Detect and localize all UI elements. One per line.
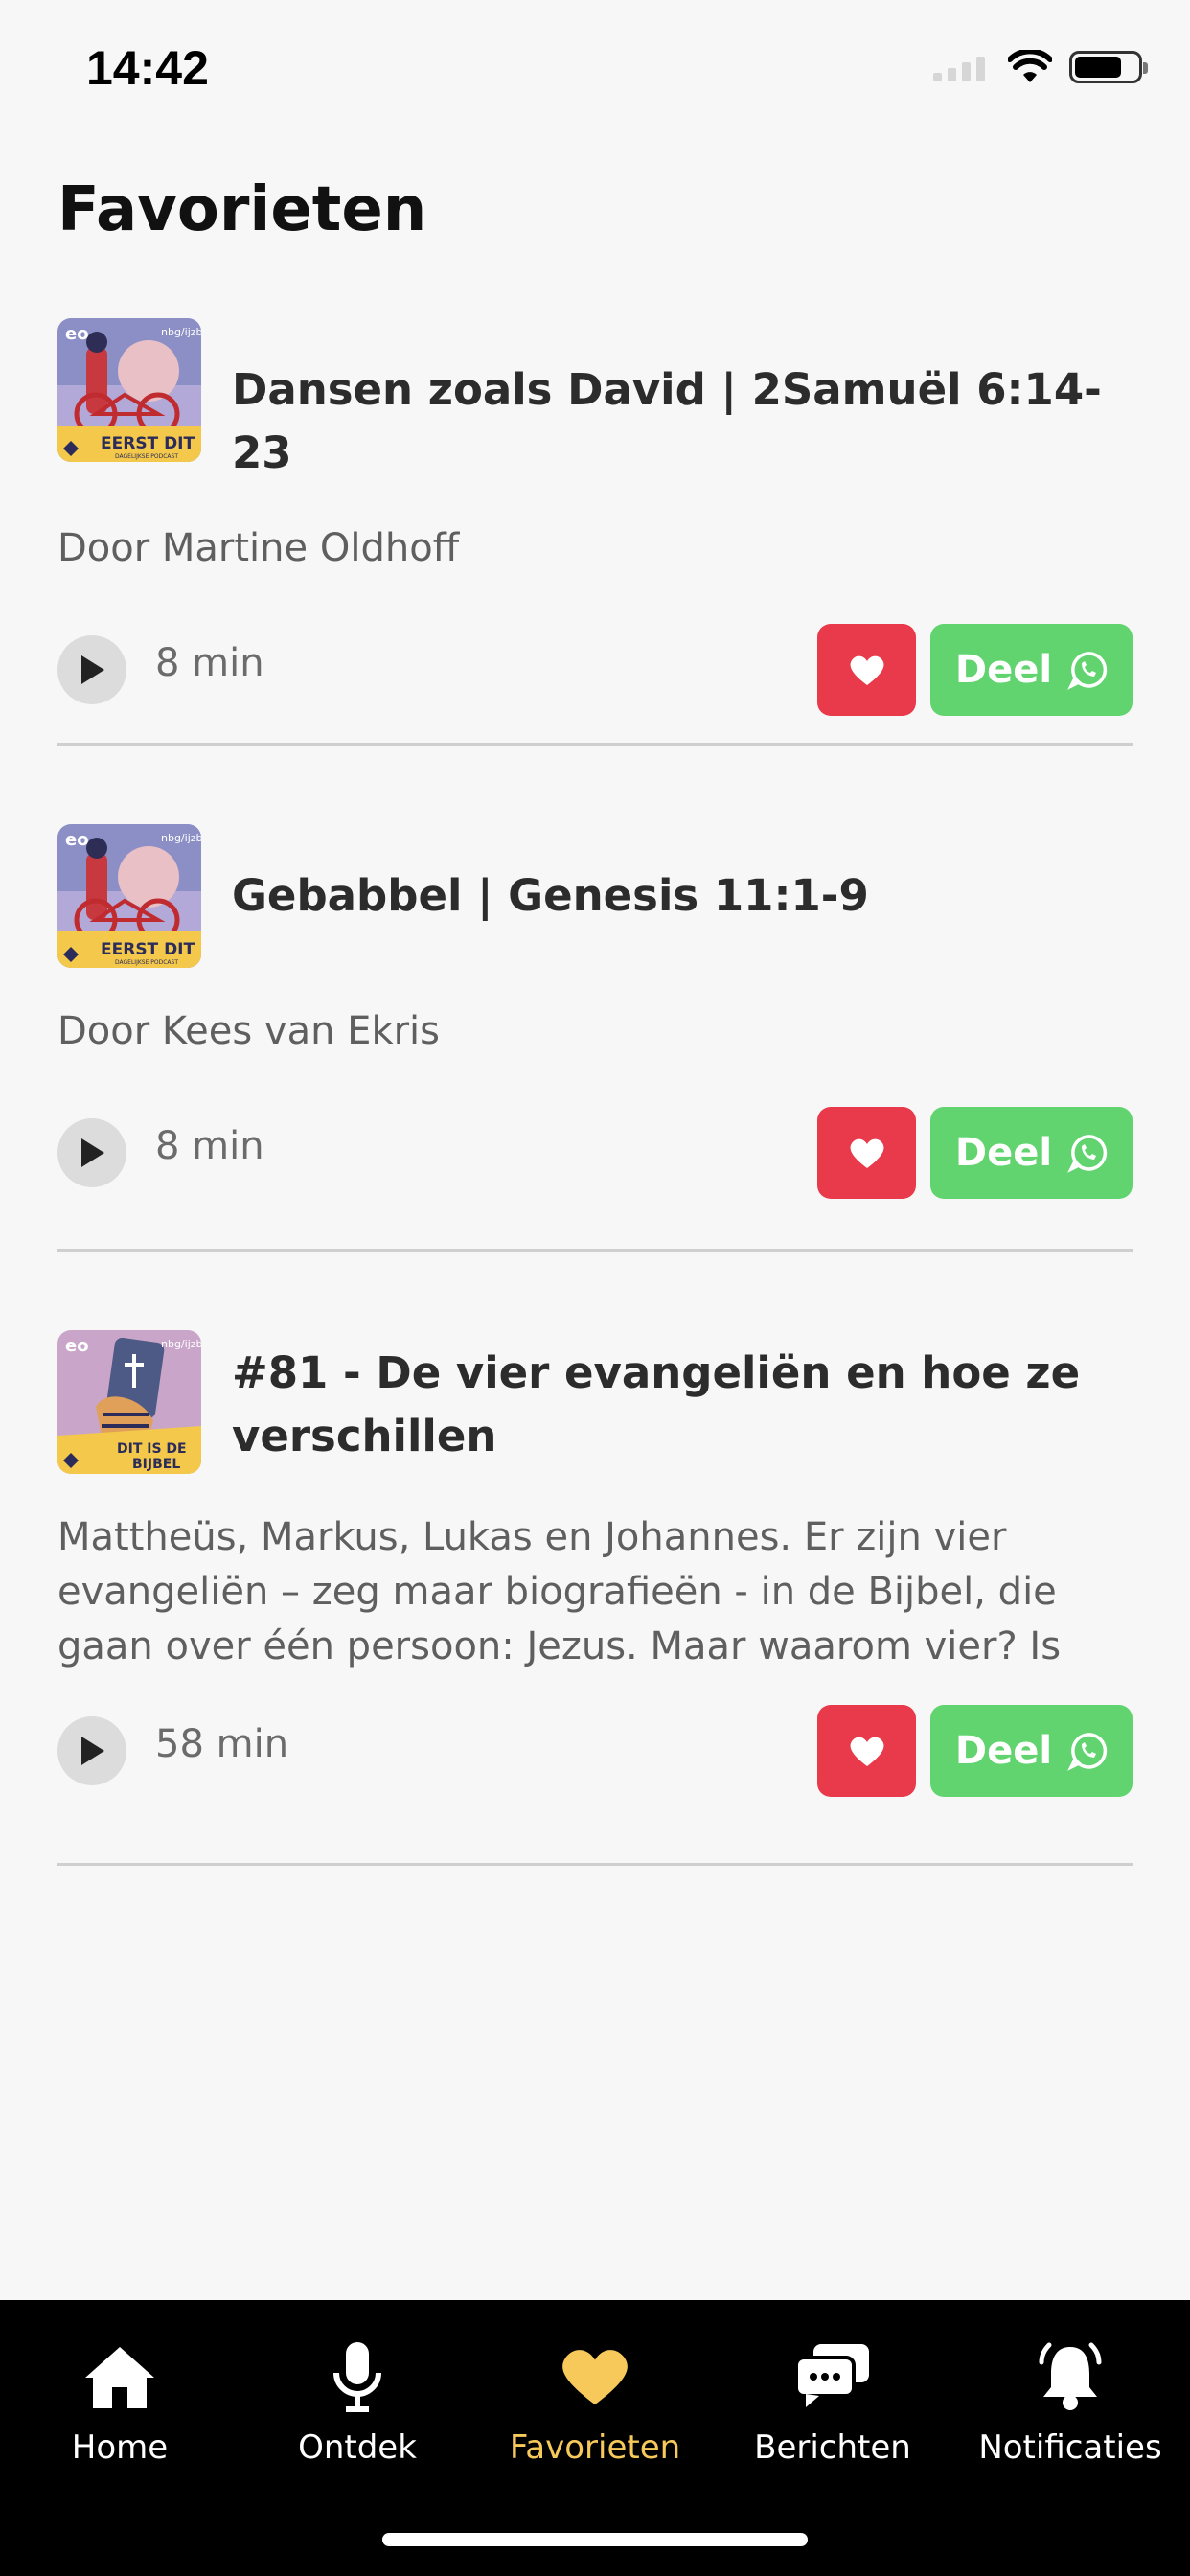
tab-ontdek[interactable]: Ontdek <box>242 2338 472 2467</box>
whatsapp-icon <box>1067 1733 1108 1771</box>
share-button[interactable]: Deel <box>930 624 1133 716</box>
share-label: Deel <box>954 648 1053 692</box>
home-icon <box>85 2347 154 2408</box>
wifi-icon <box>1008 50 1052 82</box>
divider <box>57 743 1133 746</box>
status-time: 14:42 <box>86 41 209 95</box>
episode-card[interactable]: eo nbg/ijzb EERST DIT DAGELIJKSE PODCAST… <box>57 824 1133 1199</box>
whatsapp-icon <box>1067 652 1108 690</box>
episode-title[interactable]: #81 - De vier evangeliën en hoe ze versc… <box>232 1342 1133 1468</box>
svg-text:DAGELIJKSE PODCAST: DAGELIJKSE PODCAST <box>115 453 178 460</box>
status-bar: 14:42 <box>0 0 1190 134</box>
chat-bubbles-icon <box>794 2344 869 2407</box>
svg-text:BIJBEL: BIJBEL <box>132 1457 180 1472</box>
home-indicator <box>382 2533 808 2546</box>
episode-thumbnail[interactable]: eo nbg/ijzb EERST DIT DAGELIJKSE PODCAST <box>57 824 201 968</box>
svg-text:DAGELIJKSE PODCAST: DAGELIJKSE PODCAST <box>115 959 178 966</box>
favorite-button[interactable] <box>817 1107 916 1199</box>
play-button[interactable] <box>57 1716 126 1785</box>
svg-text:EERST DIT: EERST DIT <box>101 434 195 453</box>
episode-duration: 8 min <box>155 641 264 685</box>
episode-title[interactable]: Gebabbel | Genesis 11:1-9 <box>232 864 869 928</box>
status-icons <box>933 50 1148 84</box>
divider <box>57 1863 1133 1866</box>
play-icon <box>81 656 104 684</box>
play-button[interactable] <box>57 635 126 704</box>
episode-duration: 58 min <box>155 1722 289 1766</box>
svg-text:nbg/ijzb: nbg/ijzb <box>161 326 201 338</box>
svg-text:nbg/ijzb: nbg/ijzb <box>161 1338 201 1350</box>
share-label: Deel <box>954 1131 1053 1175</box>
play-button[interactable] <box>57 1118 126 1187</box>
divider <box>57 1249 1133 1252</box>
episode-title[interactable]: Dansen zoals David | 2Samuël 6:14-23 <box>232 358 1133 485</box>
tab-berichten[interactable]: Berichten <box>718 2338 948 2467</box>
svg-text:eo: eo <box>65 324 89 344</box>
tab-label: Ontdek <box>298 2428 417 2467</box>
favorite-button[interactable] <box>817 1705 916 1797</box>
microphone-icon <box>333 2342 381 2412</box>
episode-thumbnail[interactable]: eo nbg/ijzb EERST DIT DAGELIJKSE PODCAST <box>57 318 201 462</box>
whatsapp-icon <box>1067 1135 1108 1173</box>
share-button[interactable]: Deel <box>930 1705 1133 1797</box>
play-icon <box>81 1138 104 1167</box>
battery-icon <box>1069 51 1148 83</box>
share-label: Deel <box>954 1729 1053 1773</box>
heart-icon <box>850 1736 883 1766</box>
episode-thumbnail[interactable]: eo nbg/ijzb DIT IS DE BIJBEL <box>57 1330 201 1474</box>
svg-text:eo: eo <box>65 1336 89 1356</box>
page-title: Favorieten <box>57 174 427 245</box>
tab-home[interactable]: Home <box>5 2338 235 2467</box>
heart-icon <box>850 656 883 685</box>
tab-favorieten[interactable]: Favorieten <box>480 2338 710 2467</box>
svg-text:DIT IS DE: DIT IS DE <box>117 1441 187 1457</box>
episode-description: Mattheüs, Markus, Lukas en Johannes. Er … <box>57 1515 1062 1668</box>
heart-icon <box>562 2350 628 2405</box>
episode-card[interactable]: eo nbg/ijzb EERST DIT DAGELIJKSE PODCAST… <box>57 318 1133 716</box>
episode-description: Door Kees van Ekris <box>57 1009 441 1053</box>
tab-label: Notificaties <box>978 2428 1162 2467</box>
cellular-signal-icon <box>933 53 991 81</box>
bell-icon <box>1039 2342 1102 2410</box>
tab-notificaties[interactable]: Notificaties <box>955 2338 1185 2467</box>
svg-text:eo: eo <box>65 830 89 850</box>
svg-text:nbg/ijzb: nbg/ijzb <box>161 832 201 844</box>
tab-label: Home <box>71 2428 169 2467</box>
heart-icon <box>850 1138 883 1168</box>
tab-label: Favorieten <box>509 2428 681 2467</box>
svg-text:EERST DIT: EERST DIT <box>101 940 195 959</box>
favorite-button[interactable] <box>817 624 916 716</box>
episode-description: Door Martine Oldhoff <box>57 526 460 570</box>
tab-label: Berichten <box>754 2428 911 2467</box>
share-button[interactable]: Deel <box>930 1107 1133 1199</box>
episode-card[interactable]: eo nbg/ijzb DIT IS DE BIJBEL #81 - De vi… <box>57 1330 1133 1797</box>
play-icon <box>81 1736 104 1765</box>
episode-duration: 8 min <box>155 1124 264 1168</box>
